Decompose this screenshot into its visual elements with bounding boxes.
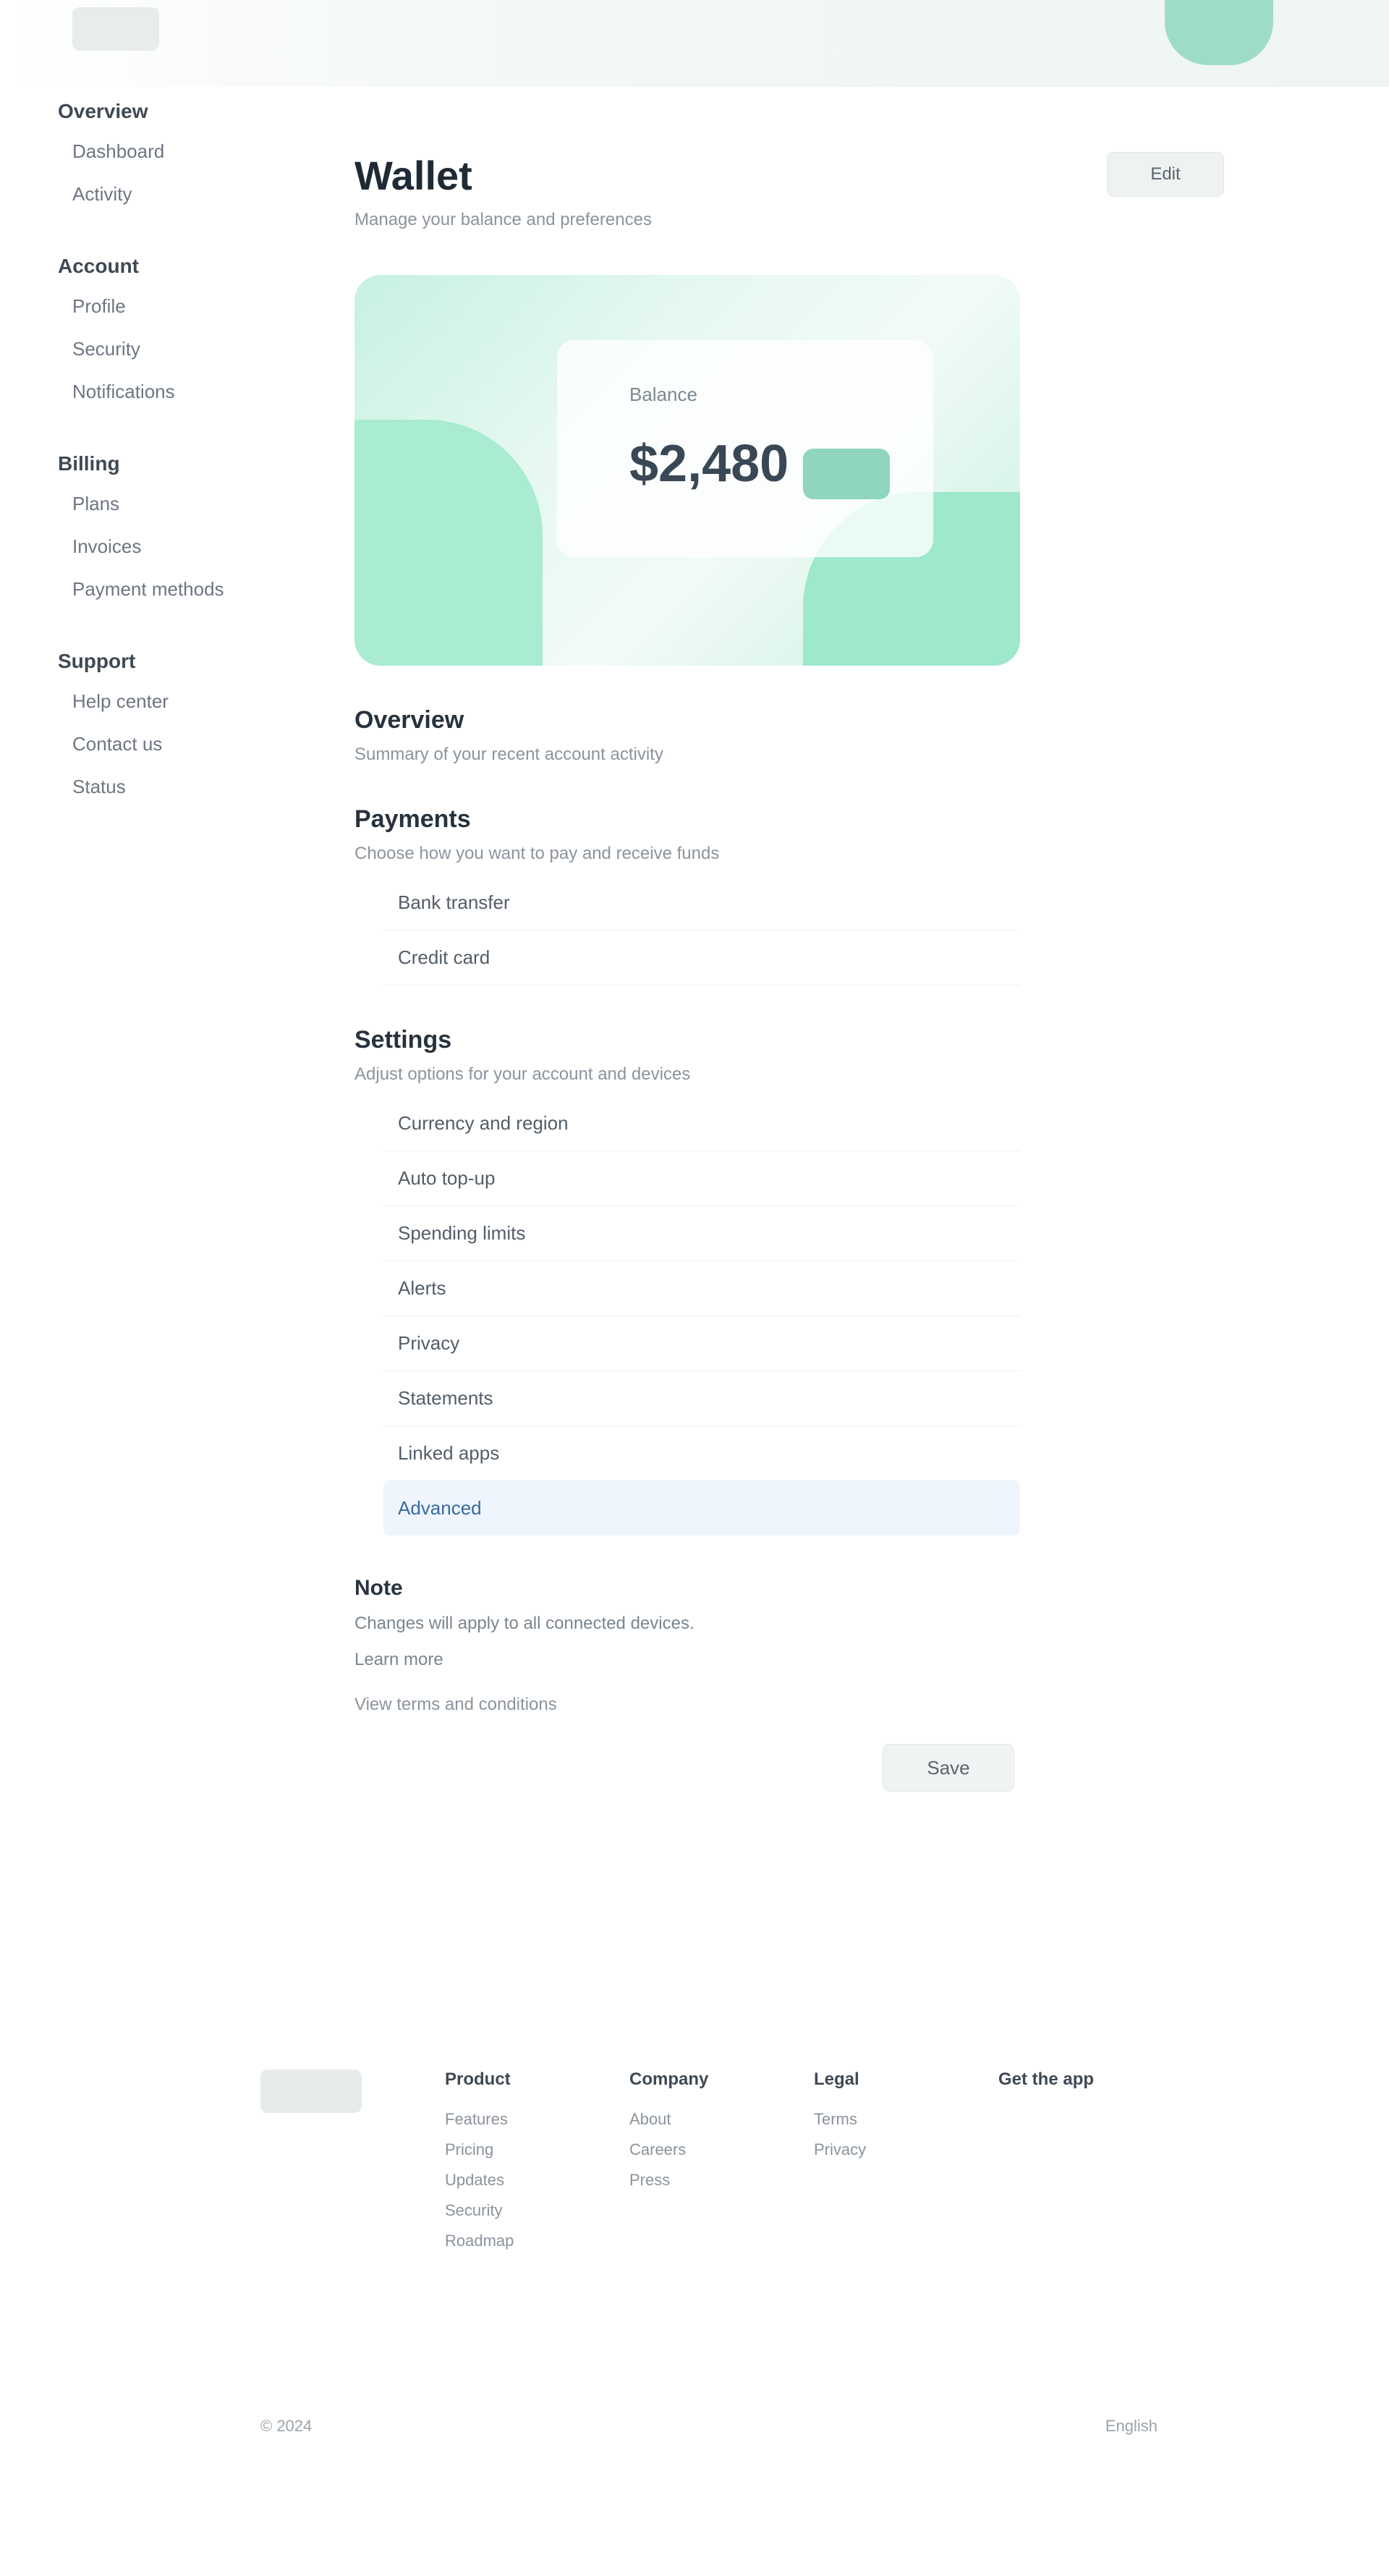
footer-bottom: © 2024 English xyxy=(260,2417,1158,2436)
sidebar-item-plans[interactable]: Plans xyxy=(43,483,260,525)
sidebar-section-overview: Overview Dashboard Activity xyxy=(43,87,260,216)
footer-brand-col xyxy=(260,2069,420,2256)
list-item[interactable]: Statements xyxy=(383,1371,1020,1426)
list-item[interactable]: Alerts xyxy=(383,1261,1020,1316)
card-chip-icon xyxy=(803,449,890,499)
sidebar-item-payment-methods[interactable]: Payment methods xyxy=(43,568,260,611)
footer-link[interactable]: Pricing xyxy=(445,2135,604,2165)
sidebar-item-security[interactable]: Security xyxy=(43,328,260,370)
decorative-shape xyxy=(354,420,543,666)
footer-logo[interactable] xyxy=(260,2069,362,2113)
list-item[interactable]: Privacy xyxy=(383,1316,1020,1371)
footer-heading: Company xyxy=(629,2069,709,2089)
footer-link[interactable]: Terms xyxy=(814,2104,973,2135)
sidebar-section-billing: Billing Plans Invoices Payment methods xyxy=(43,439,260,611)
footer-heading: Get the app xyxy=(998,2069,1095,2089)
list-item[interactable]: Credit card xyxy=(383,931,1020,986)
balance-label: Balance xyxy=(629,384,697,405)
footer-link[interactable]: Roadmap xyxy=(445,2226,604,2256)
sidebar-section-account: Account Profile Security Notifications xyxy=(43,242,260,413)
footer-link[interactable]: Careers xyxy=(629,2135,789,2165)
footer-columns: Product Features Pricing Updates Securit… xyxy=(260,2069,1158,2256)
main-content: Wallet Manage your balance and preferenc… xyxy=(340,87,1252,1792)
page-subtitle: Manage your balance and preferences xyxy=(354,210,652,229)
list-item[interactable]: Bank transfer xyxy=(383,876,1020,931)
sidebar-heading: Account xyxy=(58,255,139,277)
sidebar-item-contact[interactable]: Contact us xyxy=(43,723,260,766)
section-title: Settings xyxy=(354,1026,452,1054)
terms-link[interactable]: View terms and conditions xyxy=(354,1695,1020,1715)
note-title: Note xyxy=(354,1576,403,1600)
edit-button[interactable]: Edit xyxy=(1107,152,1224,197)
copyright-text: © 2024 xyxy=(260,2417,313,2435)
footer-heading: Product xyxy=(445,2069,511,2089)
section-description: Choose how you want to pay and receive f… xyxy=(354,844,720,863)
footer-link[interactable]: Press xyxy=(629,2165,789,2195)
footer-link[interactable]: Updates xyxy=(445,2165,604,2195)
footer-link[interactable]: Features xyxy=(445,2104,604,2135)
overview-section: Overview Summary of your recent account … xyxy=(354,706,1020,765)
page-header: Wallet Manage your balance and preferenc… xyxy=(340,87,1252,232)
note-section: Note Changes will apply to all connected… xyxy=(354,1576,1020,1792)
list-item[interactable]: Auto top-up xyxy=(383,1151,1020,1206)
list-item[interactable]: Linked apps xyxy=(383,1426,1020,1481)
sidebar-item-profile[interactable]: Profile xyxy=(43,285,260,328)
section-title: Overview xyxy=(354,706,464,734)
sidebar-heading: Overview xyxy=(58,100,148,122)
section-description: Adjust options for your account and devi… xyxy=(354,1064,691,1084)
list-item-selected[interactable]: Advanced xyxy=(383,1481,1020,1535)
balance-card: Balance $2,480 xyxy=(354,275,1020,666)
top-bar xyxy=(0,0,1389,87)
footer-col-app: Get the app xyxy=(998,2069,1158,2256)
payment-list: Bank transfer Credit card xyxy=(354,876,1020,986)
save-button[interactable]: Save xyxy=(883,1744,1014,1792)
footer-col-company: Company About Careers Press xyxy=(629,2069,789,2256)
section-title: Payments xyxy=(354,805,471,833)
balance-value: $2,480 xyxy=(629,435,789,493)
sidebar-item-help-center[interactable]: Help center xyxy=(43,680,260,723)
footer-heading: Legal xyxy=(814,2069,859,2089)
settings-list: Currency and region Auto top-up Spending… xyxy=(354,1096,1020,1535)
footer-link[interactable]: Privacy xyxy=(814,2135,973,2165)
sidebar-heading: Support xyxy=(58,650,136,672)
app-logo[interactable] xyxy=(72,7,159,51)
page-title: Wallet xyxy=(354,153,472,198)
language-selector[interactable]: English xyxy=(1105,2417,1158,2436)
sidebar-section-support: Support Help center Contact us Status xyxy=(43,637,260,808)
payments-section: Payments Choose how you want to pay and … xyxy=(354,805,1020,986)
note-text: Changes will apply to all connected devi… xyxy=(354,1614,694,1633)
list-item[interactable]: Spending limits xyxy=(383,1206,1020,1261)
sidebar-item-invoices[interactable]: Invoices xyxy=(43,525,260,568)
sidebar-item-activity[interactable]: Activity xyxy=(43,173,260,216)
sidebar-heading: Billing xyxy=(58,452,120,475)
sidebar-item-status[interactable]: Status xyxy=(43,766,260,808)
footer: Product Features Pricing Updates Securit… xyxy=(260,2069,1158,2435)
footer-col-legal: Legal Terms Privacy xyxy=(814,2069,973,2256)
sidebar-item-notifications[interactable]: Notifications xyxy=(43,370,260,413)
learn-more-link[interactable]: Learn more xyxy=(354,1647,1020,1673)
settings-section: Settings Adjust options for your account… xyxy=(354,1026,1020,1535)
avatar[interactable] xyxy=(1165,0,1273,65)
footer-link[interactable]: Security xyxy=(445,2195,604,2226)
sidebar: Overview Dashboard Activity Account Prof… xyxy=(43,87,260,1389)
sidebar-item-dashboard[interactable]: Dashboard xyxy=(43,130,260,173)
list-item[interactable]: Currency and region xyxy=(383,1096,1020,1151)
footer-link[interactable]: About xyxy=(629,2104,789,2135)
section-description: Summary of your recent account activity xyxy=(354,745,663,764)
footer-col-product: Product Features Pricing Updates Securit… xyxy=(445,2069,604,2256)
